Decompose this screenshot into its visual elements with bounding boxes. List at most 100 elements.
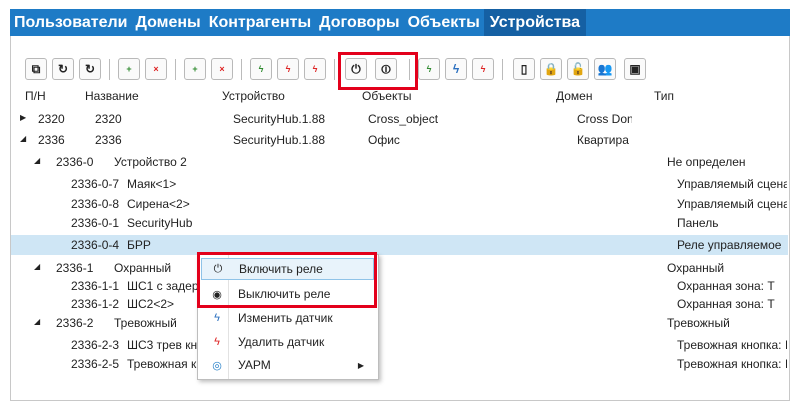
column-device[interactable]: Устройство [222, 89, 285, 103]
table-row[interactable]: 2336-2-3 ШС3 трев кн Тревожная кнопка: I [11, 335, 788, 355]
tab-domains[interactable]: Домены [131, 9, 204, 36]
column-domain[interactable]: Домен [556, 89, 593, 103]
column-pn[interactable]: П/Н [25, 89, 46, 103]
panel-button[interactable]: ▣ [624, 58, 646, 80]
tab-objects[interactable]: Объекты [404, 9, 484, 36]
edit-sensor-button[interactable]: ϟ [277, 58, 299, 80]
row-pn: 2336-0-1 [71, 216, 120, 230]
panel-icon: ▣ [629, 62, 641, 76]
collapse-arrow-icon[interactable]: ◢ [20, 134, 26, 143]
row-pn: 2336-0-7 [71, 177, 120, 191]
refresh-icon: ↻ [57, 62, 69, 76]
row-name: SecurityHub [127, 216, 193, 230]
row-pn: 2336-0-8 [71, 197, 120, 211]
row-type: Управляемый сцена [677, 177, 787, 191]
users-button[interactable]: 👥 [594, 58, 616, 80]
row-name: 2336 [95, 133, 122, 147]
toolbar-divider [334, 59, 335, 80]
row-pn: 2336-1-2 [71, 297, 120, 311]
delete-sensor-icon: ϟ [312, 64, 318, 74]
highlight-relay-menu-items [197, 252, 377, 308]
collapse-arrow-icon[interactable]: ◢ [34, 317, 40, 326]
table-row-selected[interactable]: 2336-0-4 БРР Реле управляемое [11, 235, 788, 255]
add-zone-icon: ϟ [426, 64, 432, 74]
add-node-button[interactable]: + [118, 58, 140, 80]
collapse-arrow-icon[interactable]: ◢ [34, 156, 40, 165]
tab-contracts[interactable]: Договоры [315, 9, 403, 36]
add-sensor-button[interactable]: ϟ [250, 58, 272, 80]
unlock-button[interactable]: 🔓 [567, 58, 589, 80]
table-row[interactable]: ◢ 2336 2336 SecurityHub.1.88 Офис Кварти… [11, 130, 788, 150]
table-row[interactable]: 2336-0-1 SecurityHub Панель [11, 213, 788, 233]
remove-node-button[interactable]: × [145, 58, 167, 80]
add-zone-button[interactable]: ϟ [418, 58, 440, 80]
table-row[interactable]: 2336-0-7 Маяк<1> Управляемый сцена [11, 174, 788, 194]
toolbar-divider [502, 59, 503, 80]
table-row[interactable]: ▶ 2320 2320 SecurityHub.1.88 Cross_objec… [11, 109, 788, 129]
row-type: Тревожная кнопка: I [677, 338, 787, 352]
table-row[interactable]: 2336-1-1 ШС1 с задер Охранная зона: Т [11, 276, 788, 296]
row-device: SecurityHub.1.88 [233, 112, 326, 126]
toolbar-divider [175, 59, 176, 80]
row-pn: 2336-1-1 [71, 279, 120, 293]
row-type: Реле управляемое [677, 238, 782, 252]
row-name: Маяк<1> [127, 177, 177, 191]
delete-zone-icon: ϟ [480, 64, 486, 74]
column-type[interactable]: Тип [654, 89, 674, 103]
add-device-icon: + [192, 64, 198, 74]
menu-item-label: Удалить датчик [238, 335, 325, 349]
row-name: Сирена<2> [127, 197, 190, 211]
row-pn: 2320 [38, 112, 65, 126]
table-row[interactable]: 2336-1-2 ШС2<2> Охранная зона: Т [11, 294, 788, 314]
top-nav: Пользователи Домены Контрагенты Договоры… [10, 9, 790, 36]
row-pn: 2336-2 [56, 316, 94, 330]
tree-icon: ⧉ [31, 61, 41, 76]
menu-item-uarm[interactable]: ◎ УАРМ ▶ [201, 354, 374, 376]
row-device: SecurityHub.1.88 [233, 133, 326, 147]
row-pn: 2336-2-5 [71, 357, 120, 371]
tab-devices[interactable]: Устройства [483, 9, 587, 36]
refresh-button[interactable]: ↻ [52, 58, 74, 80]
tree-button[interactable]: ⧉ [25, 58, 47, 80]
highlight-power-buttons [338, 52, 418, 90]
edit-sensor-icon: ϟ [285, 64, 291, 74]
delete-sensor-button[interactable]: ϟ [304, 58, 326, 80]
menu-item-label: Изменить датчик [238, 311, 333, 325]
lock-icon: 🔒 [543, 62, 559, 76]
lock-button[interactable]: 🔒 [540, 58, 562, 80]
add-device-button[interactable]: + [184, 58, 206, 80]
toolbar-divider [241, 59, 242, 80]
row-objects: Cross_object [368, 112, 439, 126]
refresh-check-button[interactable]: ↻ [79, 58, 101, 80]
menu-item-delete-sensor[interactable]: ϟ Удалить датчик [201, 331, 374, 353]
row-type: Охранная зона: Т [677, 297, 775, 311]
delete-zone-button[interactable]: ϟ [472, 58, 494, 80]
row-name: Тревожный [114, 316, 177, 330]
edit-zone-button[interactable]: ϟ [445, 58, 467, 80]
tab-users[interactable]: Пользователи [10, 9, 131, 36]
edit-zone-icon: ϟ [452, 62, 460, 76]
expand-arrow-icon[interactable]: ▶ [20, 113, 26, 122]
submenu-arrow-icon: ▶ [357, 360, 364, 370]
row-name: БРР [127, 238, 151, 252]
row-type: Управляемый сцена [677, 197, 787, 211]
table-row[interactable]: ◢ 2336-1 Охранный Охранный [11, 258, 788, 278]
table-row[interactable]: 2336-0-8 Сирена<2> Управляемый сцена [11, 194, 788, 214]
row-pn: 2336-0 [56, 155, 94, 169]
uarm-icon: ◎ [212, 359, 222, 372]
remove-device-button[interactable]: × [211, 58, 233, 80]
collapse-arrow-icon[interactable]: ◢ [34, 262, 40, 271]
users-icon: 👥 [597, 62, 613, 76]
row-name: Охранный [114, 261, 172, 275]
row-pn: 2336-1 [56, 261, 94, 275]
row-name: Устройство 2 [114, 155, 187, 169]
table-row[interactable]: ◢ 2336-2 Тревожный Тревожный [11, 313, 788, 333]
column-objects[interactable]: Объекты [362, 89, 412, 103]
tab-contractors[interactable]: Контрагенты [205, 9, 315, 36]
phone-button[interactable]: ▯ [513, 58, 535, 80]
menu-item-edit-sensor[interactable]: ϟ Изменить датчик [201, 307, 374, 329]
table-row[interactable]: 2336-2-5 Тревожная к Тревожная кнопка: I [11, 354, 788, 374]
menu-item-label: УАРМ [238, 358, 271, 372]
table-row[interactable]: ◢ 2336-0 Устройство 2 Не определен [11, 152, 788, 172]
column-name[interactable]: Название [85, 89, 139, 103]
